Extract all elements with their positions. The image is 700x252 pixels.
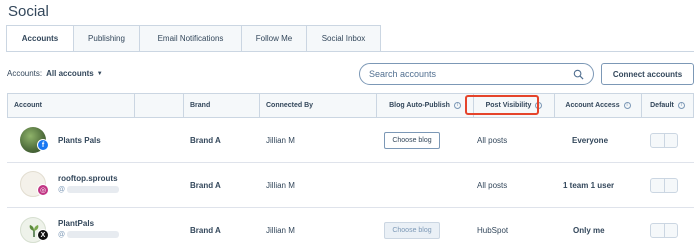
default-toggle[interactable] [650,223,678,238]
account-access-value[interactable]: 1 team 1 user [563,181,614,190]
default-toggle[interactable] [650,178,678,193]
connected-by-value: Jillian M [266,136,295,145]
tab-follow-me[interactable]: Follow Me [242,25,307,52]
account-name[interactable]: Plants Pals [58,136,101,145]
blog-auto-publish-label: Blog Auto-Publish [389,102,450,109]
tab-bar: Accounts Publishing Email Notifications … [6,25,381,52]
search-input[interactable] [369,69,559,79]
brand-value: Brand A [190,136,221,145]
page-title: Social [8,3,49,20]
column-header-account-access[interactable]: Account Access i [555,94,642,117]
brand-value: Brand A [190,226,221,235]
connected-by-value: Jillian M [266,226,295,235]
post-visibility-value: All posts [477,181,508,190]
handle-redaction [67,231,120,238]
column-header-blog-auto-publish[interactable]: Blog Auto-Publish i [377,94,474,117]
connect-accounts-button[interactable]: Connect accounts [601,63,694,85]
column-header-spacer [135,94,184,117]
search-box[interactable] [359,63,594,85]
account-name[interactable]: rooftop.sprouts [58,174,118,183]
handle-redaction [67,186,120,193]
brand-value: Brand A [190,181,221,190]
facebook-icon: f [37,139,49,151]
account-handle: @ [58,231,120,239]
accounts-filter[interactable]: Accounts: All accounts ▼ [7,69,103,78]
accounts-table: Account Brand Connected By Blog Auto-Pub… [7,93,694,118]
table-row: X PlantPals @ Brand A Jillian M Choose b… [7,208,694,252]
account-handle-prefix: @ [58,186,66,194]
default-label: Default [650,102,674,109]
column-header-account[interactable]: Account [8,94,135,117]
connected-by-value: Jillian M [266,181,295,190]
choose-blog-button[interactable]: Choose blog [384,222,440,239]
info-icon[interactable]: i [677,102,685,109]
table-row: ◎ rooftop.sprouts @ Brand A Jillian M Al… [7,163,694,208]
tab-accounts[interactable]: Accounts [6,25,74,52]
account-name[interactable]: PlantPals [58,219,94,228]
accounts-filter-value[interactable]: All accounts [46,69,94,78]
table-header: Account Brand Connected By Blog Auto-Pub… [7,93,694,118]
column-header-connected-by[interactable]: Connected By [260,94,377,117]
tab-publishing[interactable]: Publishing [74,25,140,52]
search-icon[interactable] [573,69,584,80]
info-icon[interactable]: i [623,102,631,109]
tab-divider [6,51,694,52]
info-icon[interactable]: i [453,102,461,109]
table-row: f Plants Pals Brand A Jillian M Choose b… [7,119,694,163]
column-header-brand[interactable]: Brand [184,94,260,117]
post-visibility-highlight [465,95,539,115]
account-access-value[interactable]: Everyone [572,136,608,145]
caret-down-icon[interactable]: ▼ [97,71,103,77]
account-handle: @ [58,186,120,194]
post-visibility-value: All posts [477,136,508,145]
column-header-default[interactable]: Default i [642,94,693,117]
instagram-icon: ◎ [37,184,49,196]
tab-social-inbox[interactable]: Social Inbox [307,25,381,52]
post-visibility-value: HubSpot [477,226,509,235]
choose-blog-button[interactable]: Choose blog [384,132,440,149]
x-logo-icon: X [37,229,49,241]
account-handle-prefix: @ [58,231,66,239]
default-toggle[interactable] [650,133,678,148]
account-access-value[interactable]: Only me [573,226,605,235]
accounts-filter-label: Accounts: [7,69,43,78]
account-access-label: Account Access [565,102,620,109]
tab-email-notifications[interactable]: Email Notifications [140,25,242,52]
